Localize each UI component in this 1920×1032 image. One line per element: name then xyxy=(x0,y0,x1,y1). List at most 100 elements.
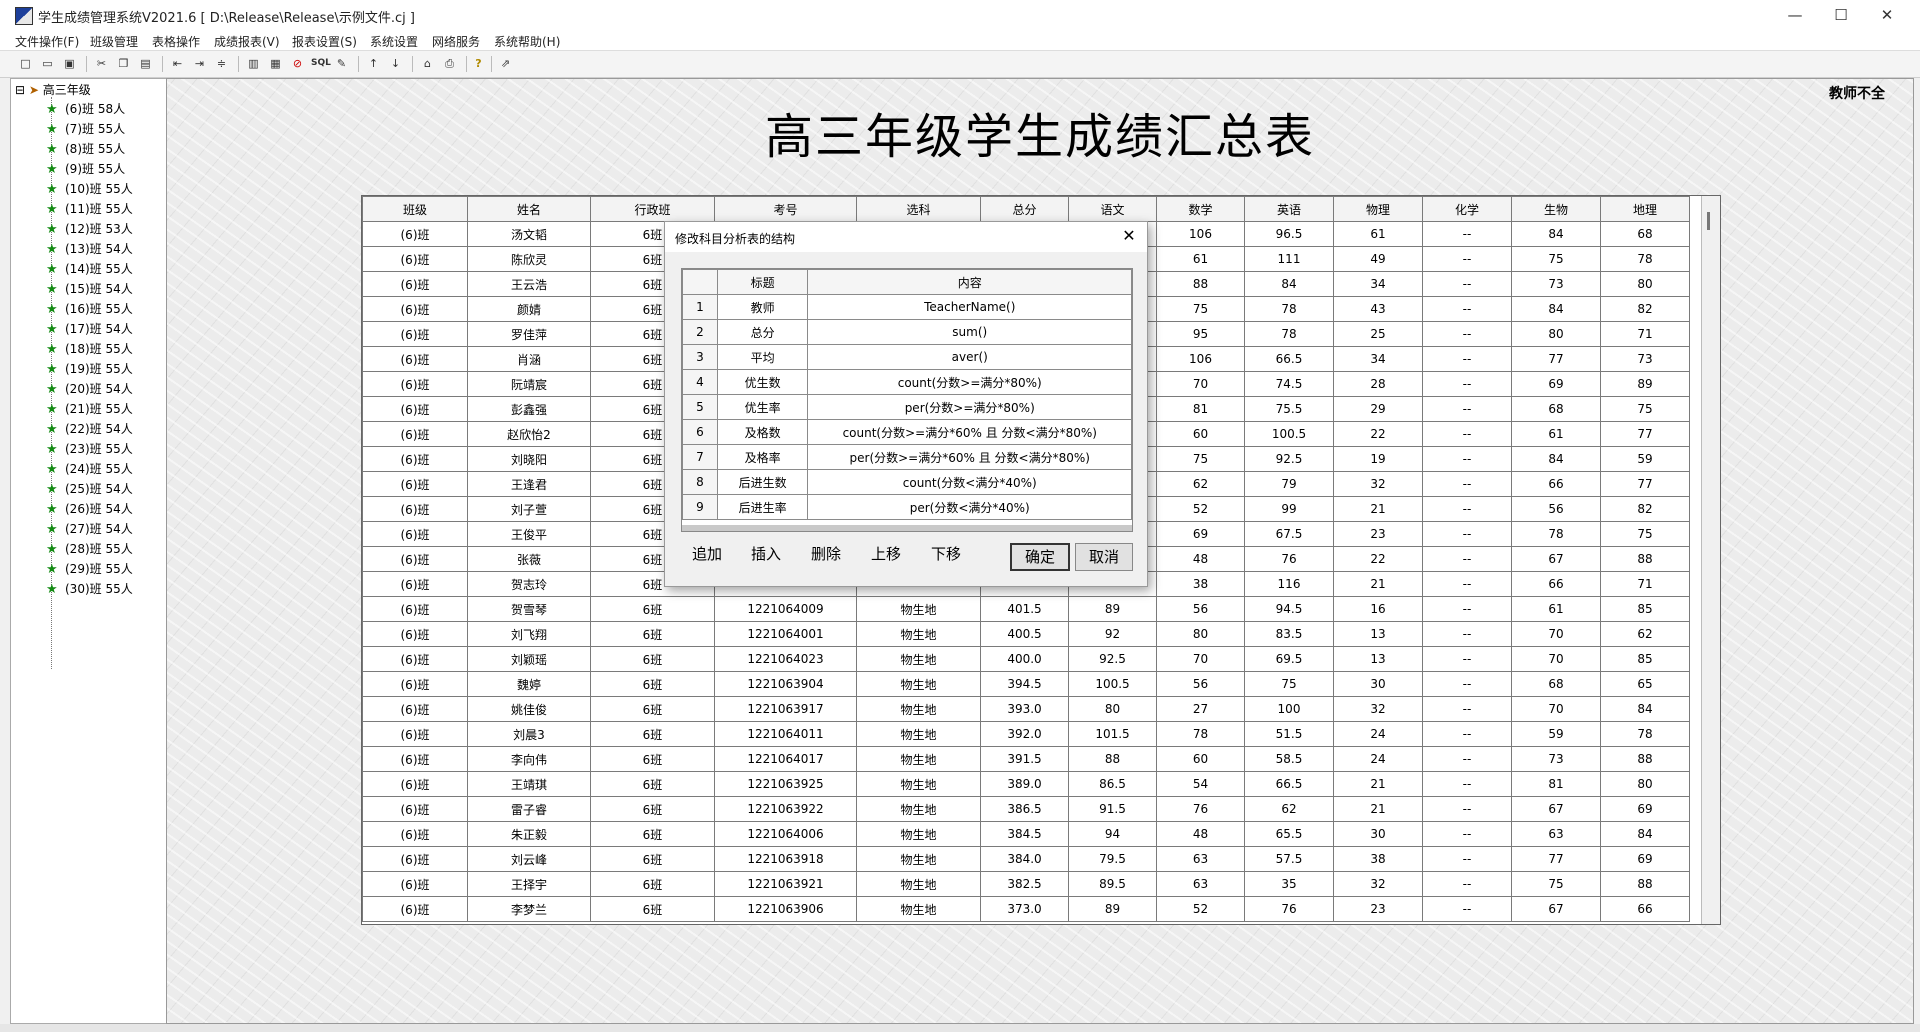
table-cell[interactable]: 69 xyxy=(1511,371,1601,397)
tree-item-class[interactable]: ★ (13)班 54人 xyxy=(46,239,133,259)
table-row[interactable]: (6)班 李向伟 6班 1221064017 物生地 391.5 88 60 58.5 24 -- 7… xyxy=(362,746,1690,772)
table-cell[interactable]: 67 xyxy=(1511,896,1601,922)
pen-icon[interactable]: ✎ xyxy=(333,55,350,72)
column-header[interactable]: 地理 xyxy=(1600,196,1690,222)
dialog-close-icon[interactable]: ✕ xyxy=(1119,226,1139,246)
export-icon[interactable]: ⇗ xyxy=(497,55,514,72)
table-cell[interactable]: 394.5 xyxy=(980,671,1069,697)
table-cell[interactable]: 86.5 xyxy=(1068,771,1157,797)
tree-item-class[interactable]: ★ (11)班 55人 xyxy=(46,199,133,219)
move-down-button[interactable]: 下移 xyxy=(931,543,961,564)
table-cell[interactable]: (6)班 xyxy=(362,646,468,672)
table-cell[interactable]: 6班 xyxy=(590,746,715,772)
dialog-row[interactable]: 3 平均 aver() xyxy=(682,344,1132,370)
table-cell[interactable]: 89 xyxy=(1068,596,1157,622)
table-cell[interactable]: 75.5 xyxy=(1244,396,1334,422)
table-cell[interactable]: (6)班 xyxy=(362,671,468,697)
table-cell[interactable]: -- xyxy=(1422,721,1512,747)
table-cell[interactable]: 1221064011 xyxy=(714,721,857,747)
table-cell[interactable]: 80 xyxy=(1511,321,1601,347)
table-cell[interactable]: 王逢君 xyxy=(467,471,591,497)
table-cell[interactable]: 76 xyxy=(1244,546,1334,572)
table-cell[interactable]: 23 xyxy=(1333,521,1423,547)
table-cell[interactable]: 94 xyxy=(1068,821,1157,847)
table-cell[interactable]: 56 xyxy=(1511,496,1601,522)
table-cell[interactable]: 阮靖宸 xyxy=(467,371,591,397)
table-cell[interactable]: -- xyxy=(1422,596,1512,622)
table-cell[interactable]: -- xyxy=(1422,671,1512,697)
dialog-cell[interactable]: 平均 xyxy=(716,344,809,370)
horizontal-scrollbar[interactable] xyxy=(682,525,1132,531)
table-cell[interactable]: 84 xyxy=(1511,446,1601,472)
open-icon[interactable]: ▭ xyxy=(39,55,56,72)
table-cell[interactable]: 6班 xyxy=(590,771,715,797)
table-row[interactable]: (6)班 雷子睿 6班 1221063922 物生地 386.5 91.5 76 62 21 -- 6… xyxy=(362,796,1690,822)
dialog-cell[interactable]: sum() xyxy=(807,319,1132,345)
table-cell[interactable]: 63 xyxy=(1511,821,1601,847)
table-cell[interactable]: (6)班 xyxy=(362,471,468,497)
table-cell[interactable]: 92 xyxy=(1068,621,1157,647)
grid-icon[interactable]: ▦ xyxy=(267,55,284,72)
tree-item-class[interactable]: ★ (26)班 54人 xyxy=(46,499,133,519)
menu-file[interactable]: 文件操作(F) xyxy=(15,33,79,50)
column-header[interactable]: 化学 xyxy=(1422,196,1512,222)
table-cell[interactable]: 陈欣灵 xyxy=(467,246,591,272)
table-cell[interactable]: 1221063906 xyxy=(714,896,857,922)
menu-class[interactable]: 班级管理 xyxy=(90,33,138,50)
table-cell[interactable]: 6班 xyxy=(590,621,715,647)
table-cell[interactable]: 69.5 xyxy=(1244,646,1334,672)
dialog-cell[interactable]: 及格数 xyxy=(716,419,809,445)
table-cell[interactable]: -- xyxy=(1422,446,1512,472)
table-cell[interactable]: 392.0 xyxy=(980,721,1069,747)
table-cell[interactable]: 84 xyxy=(1511,296,1601,322)
table-cell[interactable]: (6)班 xyxy=(362,596,468,622)
table-cell[interactable]: 79 xyxy=(1244,471,1334,497)
tree-item-class[interactable]: ★ (30)班 55人 xyxy=(46,579,133,599)
print-icon[interactable]: ⎙ xyxy=(441,55,458,72)
table-cell[interactable]: 彭鑫强 xyxy=(467,396,591,422)
table-cell[interactable]: 朱正毅 xyxy=(467,821,591,847)
table-cell[interactable]: 1221064009 xyxy=(714,596,857,622)
table-cell[interactable]: (6)班 xyxy=(362,796,468,822)
maximize-button[interactable]: ☐ xyxy=(1818,0,1864,30)
table-cell[interactable]: 61 xyxy=(1333,221,1423,247)
sort-desc-icon[interactable]: ↓ xyxy=(387,55,404,72)
table-cell[interactable]: 1221063922 xyxy=(714,796,857,822)
table-row[interactable]: (6)班 王择宇 6班 1221063921 物生地 382.5 89.5 63 35 32 -- 7… xyxy=(362,871,1690,897)
table-cell[interactable]: 400.0 xyxy=(980,646,1069,672)
tree-item-class[interactable]: ★ (24)班 55人 xyxy=(46,459,133,479)
table-cell[interactable]: 69 xyxy=(1156,521,1245,547)
table-cell[interactable]: 29 xyxy=(1333,396,1423,422)
table-cell[interactable]: 30 xyxy=(1333,671,1423,697)
table-cell[interactable]: 24 xyxy=(1333,721,1423,747)
table-cell[interactable]: 34 xyxy=(1333,346,1423,372)
table-cell[interactable]: 肖涵 xyxy=(467,346,591,372)
table-cell[interactable]: 91.5 xyxy=(1068,796,1157,822)
table-cell[interactable]: (6)班 xyxy=(362,621,468,647)
close-button[interactable]: ✕ xyxy=(1864,0,1910,30)
table-cell[interactable]: 69 xyxy=(1600,846,1690,872)
table-cell[interactable]: 21 xyxy=(1333,796,1423,822)
dialog-cell[interactable]: 后进生数 xyxy=(716,469,809,495)
paste-icon[interactable]: ▤ xyxy=(137,55,154,72)
table-cell[interactable]: 59 xyxy=(1511,721,1601,747)
table-cell[interactable]: 100.5 xyxy=(1244,421,1334,447)
dialog-row[interactable]: 9 后进生率 per(分数<满分*40%) xyxy=(682,494,1132,520)
save-icon[interactable]: ▣ xyxy=(61,55,78,72)
table-cell[interactable]: 物生地 xyxy=(856,721,981,747)
table-cell[interactable]: -- xyxy=(1422,221,1512,247)
table-cell[interactable]: 59 xyxy=(1600,446,1690,472)
table-cell[interactable]: (6)班 xyxy=(362,296,468,322)
table-cell[interactable]: 物生地 xyxy=(856,596,981,622)
move-up-button[interactable]: 上移 xyxy=(871,543,901,564)
column-header[interactable]: 班级 xyxy=(362,196,468,222)
menu-report-settings[interactable]: 报表设置(S) xyxy=(292,33,357,50)
table-cell[interactable]: 19 xyxy=(1333,446,1423,472)
table-cell[interactable]: 99 xyxy=(1244,496,1334,522)
tree-item-class[interactable]: ★ (9)班 55人 xyxy=(46,159,125,179)
table-cell[interactable]: 姚佳俊 xyxy=(467,696,591,722)
table-cell[interactable]: 81 xyxy=(1511,771,1601,797)
table-cell[interactable]: 77 xyxy=(1511,346,1601,372)
table-row[interactable]: (6)班 刘云峰 6班 1221063918 物生地 384.0 79.5 63 57.5 38-… xyxy=(362,846,1690,872)
table-cell[interactable]: 77 xyxy=(1600,421,1690,447)
